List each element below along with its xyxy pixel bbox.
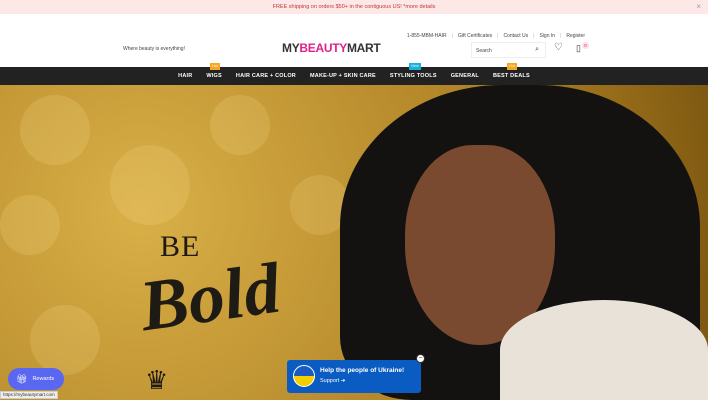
sign-in-link[interactable]: Sign In — [539, 33, 555, 39]
top-links: 1-855-MBM-HAIR | Gift Certificates | Conta… — [406, 33, 585, 39]
gift-icon: 🎁︎ — [16, 374, 28, 384]
ukraine-flag-icon — [293, 365, 315, 387]
ukraine-title: Help the people of Ukraine! — [320, 367, 405, 374]
nav-item-make-up-skin-care[interactable]: MAKE-UP + SKIN CARE — [310, 67, 376, 85]
status-bar-url: https://mybeautymart.com — [0, 391, 58, 399]
gift-certificates-link[interactable]: Gift Certificates — [458, 33, 492, 39]
hero-banner[interactable]: BE Bold ♛ — [0, 85, 708, 400]
nav-item-general[interactable]: GENERAL — [451, 67, 479, 85]
cart-count: 0 — [582, 42, 589, 49]
nav-item-hair-care-color[interactable]: HAIR CARE + COLOR — [236, 67, 296, 85]
nav-item-wigs[interactable]: WIGS Hot — [206, 63, 222, 85]
nav-badge: Hot — [507, 63, 518, 70]
promo-text[interactable]: FREE shipping on orders $50+ in the cont… — [273, 4, 436, 10]
main-nav: HAIR WIGS Hot HAIR CARE + COLOR MAKE-UP + SK… — [0, 63, 708, 85]
promo-banner: FREE shipping on orders $50+ in the cont… — [0, 0, 708, 14]
nav-item-best-deals[interactable]: BEST DEALS Hot — [493, 63, 530, 85]
fur-collar — [500, 300, 708, 400]
crown-icon: ♛ — [145, 365, 169, 395]
cart-bag-icon[interactable]: ▯ — [576, 43, 581, 54]
nav-item-hair[interactable]: HAIR — [178, 67, 192, 85]
register-link[interactable]: Register — [566, 33, 585, 39]
support-link[interactable]: Support ➔ — [320, 378, 345, 384]
nav-item-styling-tools[interactable]: STYLING TOOLS New — [390, 63, 437, 85]
wishlist-heart-icon[interactable]: ♡ — [554, 42, 563, 53]
nav-badge: Hot — [210, 63, 221, 70]
search-input[interactable]: Search ⌕ — [471, 42, 546, 58]
hero-line-2: Bold — [135, 247, 285, 347]
tagline: Where beauty is everything! — [123, 46, 185, 52]
nav-badge: New — [409, 63, 421, 70]
phone-link[interactable]: 1-855-MBM-HAIR — [407, 33, 447, 39]
logo[interactable]: MYBEAUTYMART — [282, 41, 381, 55]
minimize-icon[interactable]: − — [416, 354, 425, 363]
close-icon[interactable]: × — [696, 0, 701, 14]
contact-us-link[interactable]: Contact Us — [503, 33, 528, 39]
search-icon[interactable]: ⌕ — [535, 46, 539, 54]
ukraine-support-widget[interactable]: Help the people of Ukraine! Support ➔ − — [287, 354, 425, 393]
rewards-button[interactable]: 🎁︎ Rewards — [8, 368, 64, 390]
